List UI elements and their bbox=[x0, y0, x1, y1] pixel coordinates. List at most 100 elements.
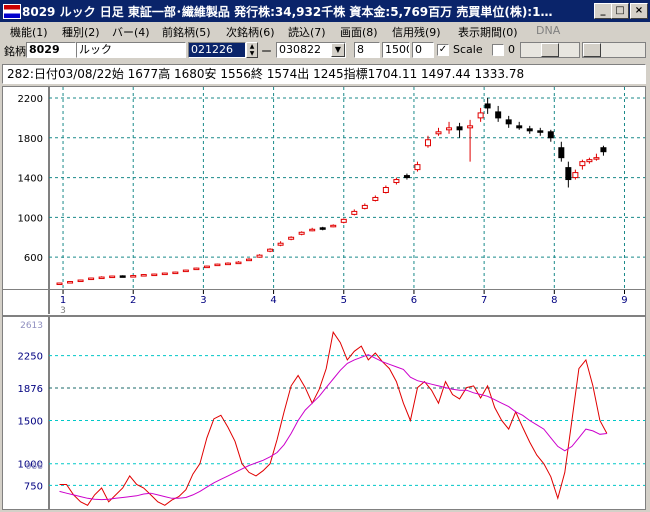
scroll-thumb[interactable] bbox=[541, 43, 559, 57]
candle-body bbox=[298, 231, 305, 235]
candle-body bbox=[537, 130, 544, 133]
candle-body bbox=[109, 275, 116, 279]
x-axis-strip: 1 2 3 4 5 6 7 8 9 3 bbox=[2, 290, 646, 316]
indicator-line bbox=[59, 330, 608, 506]
candle-body bbox=[214, 263, 221, 267]
x-tick-label: 2 bbox=[130, 295, 136, 306]
price-chart: 600 1000 1400 1800 2200 bbox=[18, 87, 645, 289]
field-d: 0 bbox=[508, 43, 515, 56]
start-date-field[interactable]: 021226 bbox=[188, 42, 246, 58]
candle-body bbox=[393, 179, 400, 184]
candle-body bbox=[182, 269, 189, 273]
candle-body bbox=[256, 254, 263, 258]
x-tick-label-dim: 3 bbox=[60, 306, 66, 314]
menu-margin[interactable]: 信用残(9) bbox=[392, 24, 441, 40]
scrollbar-b[interactable] bbox=[582, 42, 646, 58]
candle-body bbox=[505, 119, 512, 125]
x-tick-label: 8 bbox=[551, 295, 557, 306]
x-tick-label: 1 bbox=[60, 295, 66, 306]
field-b[interactable]: 1500 bbox=[382, 42, 410, 58]
y-tick-label: 750 bbox=[24, 481, 43, 492]
date-separator: ー bbox=[261, 45, 272, 58]
candle-body bbox=[456, 126, 463, 131]
candle-body bbox=[140, 274, 147, 277]
candle-body bbox=[579, 161, 586, 167]
data-readout: 282:日付03/08/22始 1677高 1680安 1556終 1574出 … bbox=[2, 64, 646, 84]
option-checkbox[interactable] bbox=[492, 44, 504, 56]
y-tick-label: 2200 bbox=[18, 94, 43, 105]
candle-body bbox=[330, 224, 337, 228]
field-c[interactable]: 0 bbox=[412, 42, 434, 58]
candle-body bbox=[361, 204, 368, 209]
candle-body bbox=[277, 242, 284, 246]
x-tick-label: 3 bbox=[200, 295, 206, 306]
menu-dna: DNA bbox=[536, 24, 561, 37]
x-tick-label: 4 bbox=[270, 295, 276, 306]
candle-body bbox=[319, 227, 326, 230]
scrollbar-a[interactable] bbox=[520, 42, 580, 58]
candle-body bbox=[246, 258, 253, 262]
candle-body bbox=[593, 157, 600, 160]
minimize-button[interactable]: _ bbox=[594, 3, 612, 19]
candle-body bbox=[600, 147, 607, 153]
scroll-thumb[interactable] bbox=[583, 43, 601, 57]
candle-body bbox=[558, 147, 565, 159]
candle-body bbox=[351, 210, 358, 215]
y-tick-label: 2250 bbox=[18, 352, 43, 363]
stock-name-field[interactable]: ルック bbox=[76, 42, 186, 58]
candle-body bbox=[414, 164, 421, 171]
toolbar: 銘柄 8029 ルック 021226 ▲ ▼ ー 030822 ▼ 8 150 0 … bbox=[0, 40, 650, 62]
candle-body bbox=[372, 196, 379, 201]
menu-prev-stock[interactable]: 前銘柄(5) bbox=[162, 24, 211, 40]
title-bar: 8029 ルック 日足 東証一部･繊維製品 発行株:34,932千株 資本金:5… bbox=[0, 0, 650, 22]
candle-body bbox=[477, 112, 484, 119]
menu-next-stock[interactable]: 次銘柄(6) bbox=[226, 24, 275, 40]
close-button[interactable]: × bbox=[630, 3, 648, 19]
maximize-button[interactable]: □ bbox=[611, 3, 629, 19]
menu-type[interactable]: 種別(2) bbox=[62, 24, 100, 40]
candle-body bbox=[526, 128, 533, 132]
candle-body bbox=[340, 218, 347, 223]
candle-body bbox=[98, 276, 105, 280]
candle-body bbox=[446, 127, 453, 131]
candle-body bbox=[56, 282, 63, 286]
x-tick-label: 9 bbox=[621, 295, 627, 306]
candle-body bbox=[235, 261, 242, 265]
candle-body bbox=[161, 272, 168, 276]
menu-bar: 機能(1) 種別(2) バー(4) 前銘柄(5) 次銘柄(6) 読込(7) 画面… bbox=[0, 22, 650, 40]
menu-bar-type[interactable]: バー(4) bbox=[112, 24, 150, 40]
menu-screen[interactable]: 画面(8) bbox=[340, 24, 378, 40]
menu-function[interactable]: 機能(1) bbox=[10, 24, 48, 40]
indicator-chart-panel: 750 1000 1500 1876 2250 988 2613 bbox=[2, 316, 646, 510]
scale-checkbox[interactable]: ✓ bbox=[437, 44, 449, 56]
menu-load[interactable]: 読込(7) bbox=[288, 24, 326, 40]
price-chart-panel: 600 1000 1400 1800 2200 bbox=[2, 86, 646, 290]
y-tick-label-dim: 2613 bbox=[20, 321, 43, 331]
candle-body bbox=[309, 228, 316, 232]
x-axis: 1 2 3 4 5 6 7 8 9 3 bbox=[48, 290, 628, 316]
candle-body bbox=[572, 172, 579, 179]
candle-body bbox=[288, 236, 295, 240]
stock-code-field[interactable]: 8029 bbox=[26, 42, 76, 58]
y-tick-label: 1876 bbox=[18, 384, 43, 395]
candle-body bbox=[224, 262, 231, 266]
candle-body bbox=[151, 273, 158, 277]
candle-body bbox=[516, 125, 523, 129]
y-tick-label: 1500 bbox=[18, 416, 43, 427]
candle-body bbox=[495, 111, 502, 119]
start-date-spinner[interactable]: ▲ ▼ bbox=[246, 42, 258, 58]
candle-body bbox=[130, 275, 137, 278]
candle-body bbox=[119, 275, 126, 278]
field-a[interactable]: 8 bbox=[354, 42, 380, 58]
app-icon bbox=[3, 4, 21, 19]
menu-display-period[interactable]: 表示期間(0) bbox=[458, 24, 518, 40]
candle-body bbox=[547, 131, 554, 139]
chevron-down-icon[interactable]: ▼ bbox=[331, 43, 345, 57]
y-tick-label-dim: 988 bbox=[26, 462, 43, 472]
stock-label: 銘柄 bbox=[4, 45, 26, 58]
x-tick-label: 6 bbox=[411, 295, 417, 306]
candle-body bbox=[586, 159, 593, 163]
y-tick-label: 1000 bbox=[18, 213, 43, 224]
candle-body bbox=[88, 277, 95, 281]
candle-body bbox=[203, 265, 210, 269]
